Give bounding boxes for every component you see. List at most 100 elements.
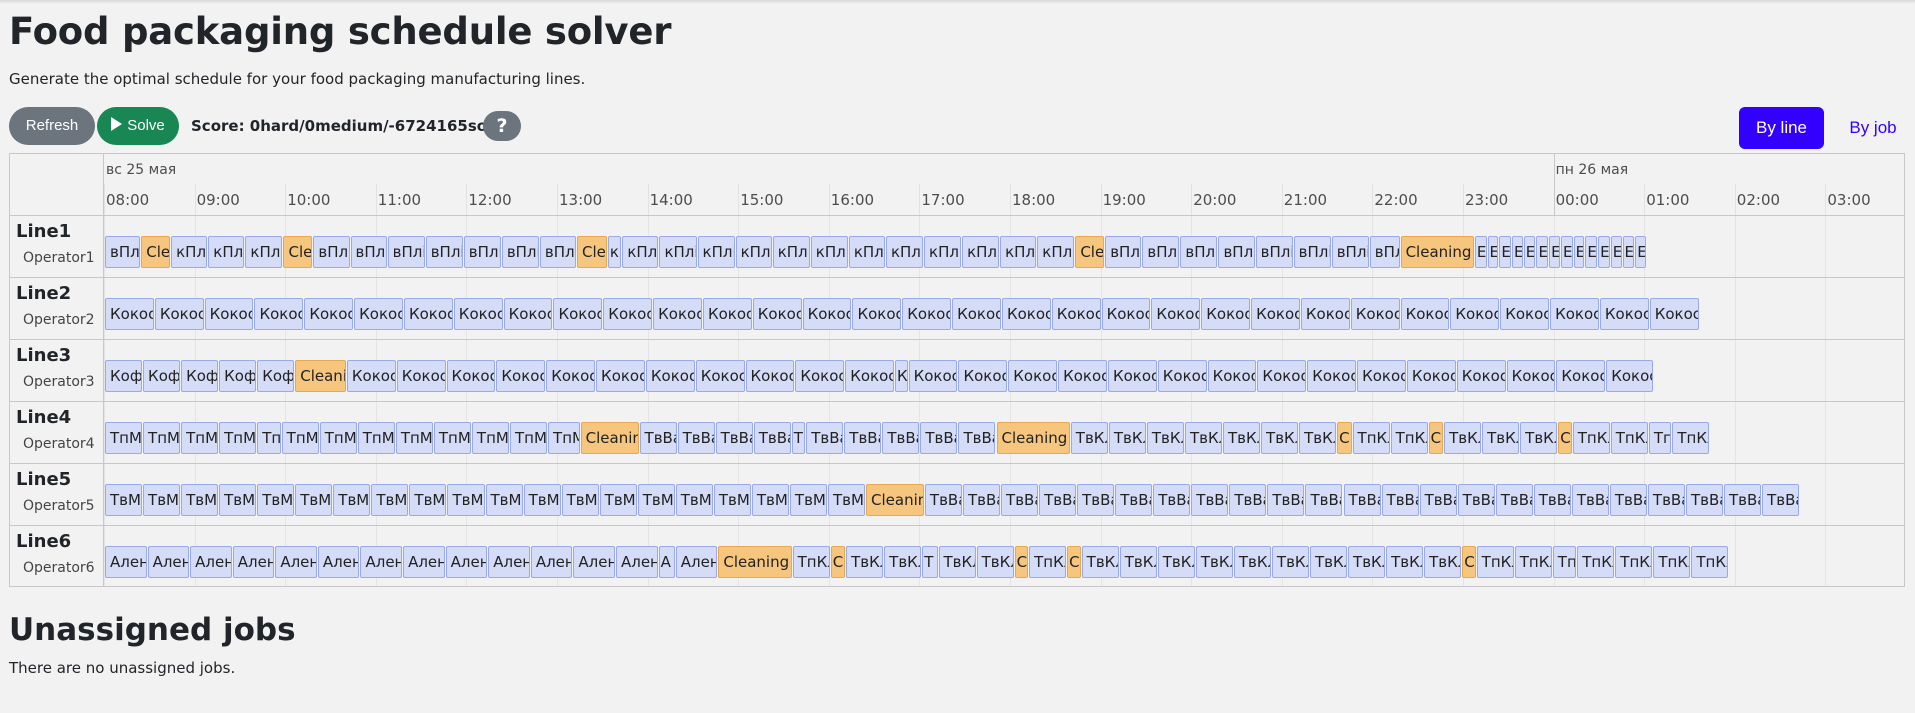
job-item[interactable]: ТвВа	[1001, 484, 1039, 516]
cleaning-item[interactable]: Cleaning	[1400, 236, 1474, 268]
job-item[interactable]: ТпКл	[1476, 546, 1514, 578]
job-item[interactable]: кПлі	[1037, 236, 1075, 268]
job-item[interactable]: ТпМ	[219, 422, 257, 454]
job-item[interactable]: ТвВа	[1457, 484, 1495, 516]
job-item[interactable]: ТвКл	[976, 546, 1014, 578]
job-item[interactable]: А	[658, 546, 675, 578]
job-item[interactable]: Кокос	[852, 298, 902, 330]
job-item[interactable]: кПлі	[848, 236, 885, 268]
job-item[interactable]: ТпМ	[548, 422, 580, 454]
job-item[interactable]: ТпМ	[143, 422, 181, 454]
by-job-tab[interactable]: By job	[1830, 107, 1915, 149]
job-item[interactable]: ТпМ	[395, 422, 433, 454]
job-item[interactable]: Кокос	[802, 298, 852, 330]
job-item[interactable]: ТвКл	[1070, 422, 1108, 454]
job-item[interactable]: Кокос	[1456, 360, 1506, 392]
job-item[interactable]: Кокос	[403, 298, 453, 330]
job-item[interactable]: ТвМ	[143, 484, 181, 516]
job-item[interactable]: ТвКл	[1146, 422, 1184, 454]
job-item[interactable]: Кокос	[795, 360, 845, 392]
job-item[interactable]: Кокос	[496, 360, 546, 392]
job-item[interactable]: ТвКл	[938, 546, 976, 578]
job-item[interactable]: Коф	[105, 360, 143, 392]
job-item[interactable]: ТвКл	[1299, 422, 1337, 454]
job-item[interactable]: ТвКл	[846, 546, 884, 578]
job-item[interactable]: ТпІ	[1552, 546, 1577, 578]
job-item[interactable]: E	[1598, 236, 1610, 268]
cleaning-item[interactable]: C	[1558, 422, 1572, 454]
job-item[interactable]: Кокос	[645, 360, 695, 392]
job-item[interactable]: ТвКл	[1520, 422, 1558, 454]
job-item[interactable]: Кокос	[1201, 298, 1251, 330]
job-item[interactable]: ТпМ	[357, 422, 395, 454]
job-item[interactable]: вПлі	[463, 236, 501, 268]
cleaning-item[interactable]: Cle	[1075, 236, 1105, 268]
job-item[interactable]: вПлі	[1142, 236, 1180, 268]
job-item[interactable]: ТвВа	[1267, 484, 1305, 516]
job-item[interactable]: ТвКл	[1108, 422, 1146, 454]
job-item[interactable]: Кокос	[453, 298, 503, 330]
job-item[interactable]: Кокос	[1550, 298, 1599, 330]
job-item[interactable]: ТвКл	[1482, 422, 1520, 454]
job-item[interactable]: кПлі	[208, 236, 245, 268]
job-item[interactable]: E	[1560, 236, 1573, 268]
job-item[interactable]: ТвВа	[924, 484, 962, 516]
job-item[interactable]: Кокос	[1307, 360, 1357, 392]
job-item[interactable]: ТпКл	[1514, 546, 1552, 578]
job-item[interactable]: ТпКл	[1610, 422, 1648, 454]
refresh-button[interactable]: Refresh	[9, 107, 95, 145]
job-item[interactable]: E	[1512, 236, 1523, 268]
job-item[interactable]: ТвКл	[1261, 422, 1299, 454]
job-item[interactable]: ТвКл	[1184, 422, 1222, 454]
cleaning-item[interactable]: Cle	[141, 236, 171, 268]
job-item[interactable]: вПлі	[1369, 236, 1400, 268]
job-item[interactable]: ТвВа	[753, 422, 791, 454]
job-item[interactable]: Кокос	[952, 298, 1001, 330]
job-item[interactable]: ТвКл	[1386, 546, 1424, 578]
job-item[interactable]: ТвКл	[1309, 546, 1348, 578]
cleaning-item[interactable]: C	[1337, 422, 1352, 454]
job-item[interactable]: Кокос	[596, 360, 645, 392]
job-item[interactable]: кПлі	[171, 236, 208, 268]
job-item[interactable]: ТвМ	[105, 484, 143, 516]
job-item[interactable]: Кокос	[446, 360, 496, 392]
job-item[interactable]: Кокос	[1506, 360, 1556, 392]
job-item[interactable]: ТвВа	[1153, 484, 1191, 516]
job-item[interactable]: Кокос	[1107, 360, 1157, 392]
job-item[interactable]: ТвМ	[599, 484, 637, 516]
job-item[interactable]: Кокос	[546, 360, 596, 392]
cleaning-item[interactable]: C	[1462, 546, 1476, 578]
job-item[interactable]: ТпКл	[1653, 546, 1691, 578]
job-item[interactable]: Т	[922, 546, 938, 578]
job-item[interactable]: ТпКл	[1672, 422, 1710, 454]
schedule-timeline[interactable]: вс 25 мая пн 26 мая 08:00 09:00 10:00 11:00 12…	[9, 153, 1905, 587]
job-item[interactable]: Ален	[573, 546, 615, 578]
job-item[interactable]: ТвМ	[409, 484, 447, 516]
job-item[interactable]: ТпКл	[1577, 546, 1615, 578]
job-item[interactable]: Кокос	[154, 298, 204, 330]
cleaning-item[interactable]: Cleaning	[866, 484, 924, 516]
job-item[interactable]: E	[1635, 236, 1646, 268]
job-item[interactable]: ТвКл	[1119, 546, 1157, 578]
job-item[interactable]: ТвКл	[1424, 546, 1462, 578]
job-item[interactable]: Кокос	[254, 298, 304, 330]
job-item[interactable]: Ален	[317, 546, 360, 578]
cleaning-item[interactable]: C	[1014, 546, 1029, 578]
job-item[interactable]: Кокос	[1300, 298, 1350, 330]
job-item[interactable]: ТвМ	[447, 484, 485, 516]
job-item[interactable]: кПлі	[735, 236, 772, 268]
job-item[interactable]: Тп	[1648, 422, 1672, 454]
job-item[interactable]: Т	[791, 422, 806, 454]
job-item[interactable]: ТвКл	[1223, 422, 1261, 454]
job-item[interactable]: Кокос	[105, 298, 154, 330]
job-item[interactable]: ТвВа	[1762, 484, 1800, 516]
job-item[interactable]: ТпКл	[1572, 422, 1610, 454]
job-item[interactable]: ТвКл	[1233, 546, 1271, 578]
job-item[interactable]: ТвВа	[1533, 484, 1571, 516]
job-item[interactable]: Ален	[147, 546, 190, 578]
cleaning-item[interactable]: C	[1067, 546, 1081, 578]
job-item[interactable]: Тп	[257, 422, 281, 454]
job-item[interactable]: вПлі	[425, 236, 463, 268]
job-item[interactable]: Ален	[445, 546, 488, 578]
job-item[interactable]: Кокос	[902, 298, 952, 330]
